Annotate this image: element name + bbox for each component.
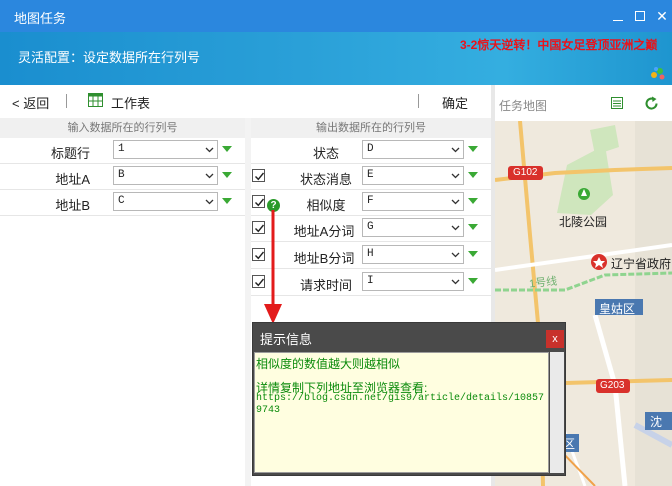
select-value: E: [367, 169, 374, 181]
check-icon: [255, 172, 265, 181]
chevron-down-icon: [205, 173, 214, 179]
move-down-icon[interactable]: [468, 146, 478, 152]
input-label: 标题行: [50, 146, 90, 161]
dialog-title: 提示信息: [260, 332, 313, 347]
input-row-address-b: 地址B C: [0, 190, 245, 216]
output-row-status-msg: 状态消息 E: [251, 164, 491, 190]
map-title: 任务地图: [499, 99, 548, 113]
confirm-button[interactable]: 确定: [442, 93, 468, 112]
back-button[interactable]: < 返回: [12, 93, 49, 112]
similarity-checkbox[interactable]: [252, 195, 265, 208]
chevron-down-icon: [205, 199, 214, 205]
move-down-icon[interactable]: [468, 251, 478, 257]
toolbar: < 返回 工作表 确定: [0, 85, 493, 116]
district-label: 沈: [650, 415, 663, 429]
input-label: 地址A: [55, 172, 90, 187]
minimize-icon: [613, 19, 623, 21]
road-label: G203: [600, 380, 625, 391]
maximize-icon: [635, 11, 645, 21]
move-down-icon[interactable]: [468, 198, 478, 204]
address-a-seg-select[interactable]: G: [362, 218, 464, 237]
move-down-icon[interactable]: [222, 146, 232, 152]
chevron-down-icon: [451, 252, 460, 258]
address-b-select[interactable]: C: [113, 192, 218, 211]
output-label: 相似度: [306, 198, 346, 213]
toolbar-divider: [66, 94, 67, 108]
output-row-similarity: 相似度 F: [251, 190, 491, 216]
output-label: 地址A分词: [293, 224, 355, 239]
output-label: 状态消息: [299, 172, 352, 187]
district-label: 皇姑区: [599, 302, 636, 316]
select-value: B: [118, 169, 125, 181]
poi-label: 辽宁省政府: [611, 257, 672, 271]
output-section-header: 输出数据所在的行列号: [251, 118, 491, 138]
title-row-select[interactable]: 1: [113, 140, 218, 159]
chevron-down-icon: [451, 147, 460, 153]
hint-url[interactable]: https://blog.csdn.net/gis9/article/detai…: [256, 393, 548, 417]
banner: 灵活配置：设定数据所在行列号 3-2惊天逆转！中国女足登顶亚洲之巅: [0, 32, 672, 85]
move-down-icon[interactable]: [222, 198, 232, 204]
select-value: C: [118, 195, 125, 207]
dialog-text-area[interactable]: 相似度的数值越大则越相似 详情复制下列地址至浏览器查看: https://blo…: [254, 352, 549, 473]
dialog-scrollbar[interactable]: [550, 352, 564, 473]
select-value: G: [367, 221, 374, 233]
worksheet-icon: [88, 93, 103, 107]
output-label: 地址B分词: [293, 251, 355, 266]
app-logo-icon: [651, 67, 665, 80]
hint-line: 相似度的数值越大则越相似: [256, 357, 401, 371]
chevron-down-icon: [451, 173, 460, 179]
chevron-down-icon: [451, 279, 460, 285]
title-bar: 地图任务 ✕: [0, 0, 672, 32]
select-value: I: [367, 275, 374, 287]
request-time-select[interactable]: I: [362, 272, 464, 291]
refresh-icon[interactable]: [644, 96, 659, 111]
minimize-button[interactable]: [608, 6, 628, 26]
red-arrow-icon: [264, 210, 282, 324]
move-down-icon[interactable]: [468, 172, 478, 178]
banner-subtitle: 灵活配置：设定数据所在行列号: [18, 50, 201, 65]
select-value: D: [367, 143, 374, 155]
hint-dialog: 提示信息 x 相似度的数值越大则越相似 详情复制下列地址至浏览器查看: http…: [252, 322, 566, 476]
close-button[interactable]: ✕: [652, 6, 672, 26]
address-b-seg-select[interactable]: H: [362, 245, 464, 264]
select-value: H: [367, 248, 374, 260]
move-down-icon[interactable]: [468, 278, 478, 284]
select-value: 1: [118, 143, 125, 155]
dialog-close-button[interactable]: x: [546, 330, 564, 348]
output-row-request-time: 请求时间 I: [251, 270, 491, 296]
status-select[interactable]: D: [362, 140, 464, 159]
close-icon: ✕: [656, 8, 668, 24]
check-icon: [255, 198, 265, 207]
input-section-header: 输入数据所在的行列号: [0, 118, 245, 138]
maximize-button[interactable]: [630, 6, 650, 26]
toolbar-divider: [418, 94, 419, 108]
chevron-down-icon: [205, 147, 214, 153]
chevron-down-icon: [451, 225, 460, 231]
similarity-select[interactable]: F: [362, 192, 464, 211]
poi-label: 北陵公园: [559, 215, 608, 229]
input-row-address-a: 地址A B: [0, 164, 245, 190]
output-row-status: 状态 D: [251, 138, 491, 164]
chevron-down-icon: [451, 199, 460, 205]
select-value: F: [367, 195, 374, 207]
address-a-select[interactable]: B: [113, 166, 218, 185]
worksheet-button[interactable]: 工作表: [111, 93, 150, 112]
output-row-address-a-seg: 地址A分词 G: [251, 216, 491, 242]
status-msg-checkbox[interactable]: [252, 169, 265, 182]
map-header: 任务地图: [495, 85, 672, 121]
window-title: 地图任务: [14, 11, 67, 26]
input-label: 地址B: [55, 198, 90, 213]
input-row-title: 标题行 1: [0, 138, 245, 164]
move-down-icon[interactable]: [468, 224, 478, 230]
metro-label: 1号线: [528, 275, 558, 291]
output-row-address-b-seg: 地址B分词 H: [251, 243, 491, 269]
news-link[interactable]: 3-2惊天逆转！中国女足登顶亚洲之巅: [460, 36, 657, 53]
status-msg-select[interactable]: E: [362, 166, 464, 185]
list-icon[interactable]: [611, 97, 623, 109]
road-label: G102: [513, 167, 538, 178]
output-label: 状态: [312, 146, 339, 161]
output-label: 请求时间: [299, 278, 352, 293]
move-down-icon[interactable]: [222, 172, 232, 178]
